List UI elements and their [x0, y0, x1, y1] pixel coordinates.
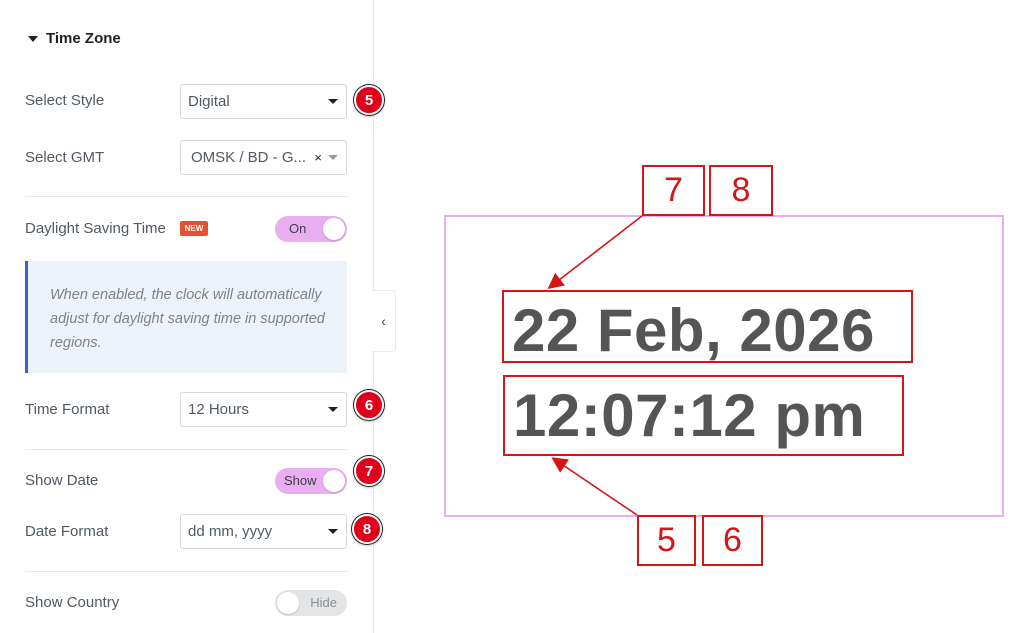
arrow-to-time	[551, 457, 638, 516]
callout-arrows	[547, 215, 643, 516]
arrow-to-date	[547, 215, 643, 289]
